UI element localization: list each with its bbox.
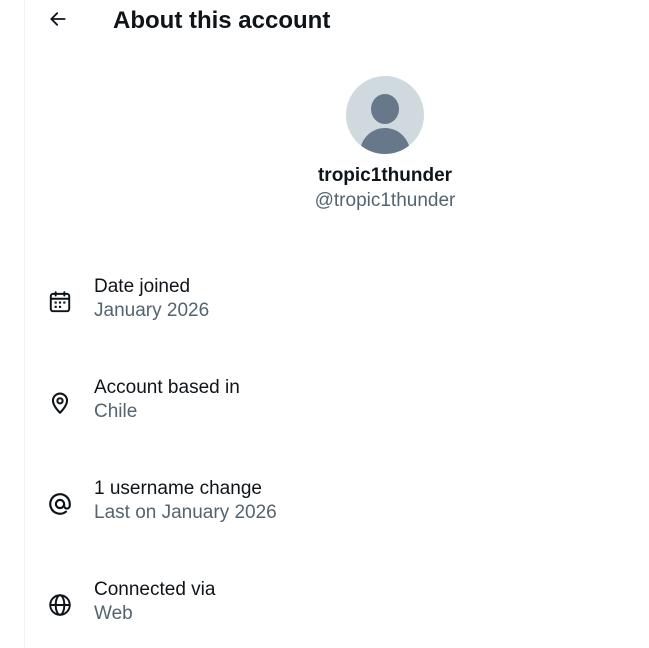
info-value-date-joined: January 2026 bbox=[94, 300, 210, 321]
display-name: tropic1thunder bbox=[317, 165, 453, 186]
calendar-icon bbox=[47, 289, 73, 315]
info-title-username-change: 1 username change bbox=[94, 478, 262, 499]
page-title: About this account bbox=[113, 7, 331, 34]
profile-summary: tropic1thunder @tropic1thunder bbox=[305, 76, 465, 213]
info-value-username-change: Last on January 2026 bbox=[94, 502, 277, 523]
info-title-connected-via: Connected via bbox=[94, 579, 216, 600]
arrow-left-icon bbox=[48, 9, 68, 34]
back-button[interactable] bbox=[42, 5, 74, 37]
info-row-date-joined: Date joined January 2026 bbox=[25, 275, 649, 335]
info-row-connected-via: Connected via Web bbox=[25, 578, 649, 638]
info-title-account-based-in: Account based in bbox=[94, 377, 240, 398]
info-value-account-based-in: Chile bbox=[94, 401, 138, 422]
at-sign-icon bbox=[47, 491, 73, 517]
username-handle: @tropic1thunder bbox=[314, 190, 456, 211]
globe-icon bbox=[47, 592, 73, 618]
header: About this account bbox=[25, 0, 649, 42]
info-row-account-based-in: Account based in Chile bbox=[25, 376, 649, 436]
info-title-date-joined: Date joined bbox=[94, 276, 191, 297]
avatar-head-shape bbox=[371, 94, 399, 124]
about-account-page: About this account tropic1thunder @tropi… bbox=[0, 0, 649, 648]
location-pin-icon bbox=[47, 390, 73, 416]
avatar[interactable] bbox=[346, 76, 424, 154]
info-value-connected-via: Web bbox=[94, 603, 133, 624]
info-row-username-change: 1 username change Last on January 2026 bbox=[25, 477, 649, 537]
avatar-body-shape bbox=[360, 128, 410, 154]
